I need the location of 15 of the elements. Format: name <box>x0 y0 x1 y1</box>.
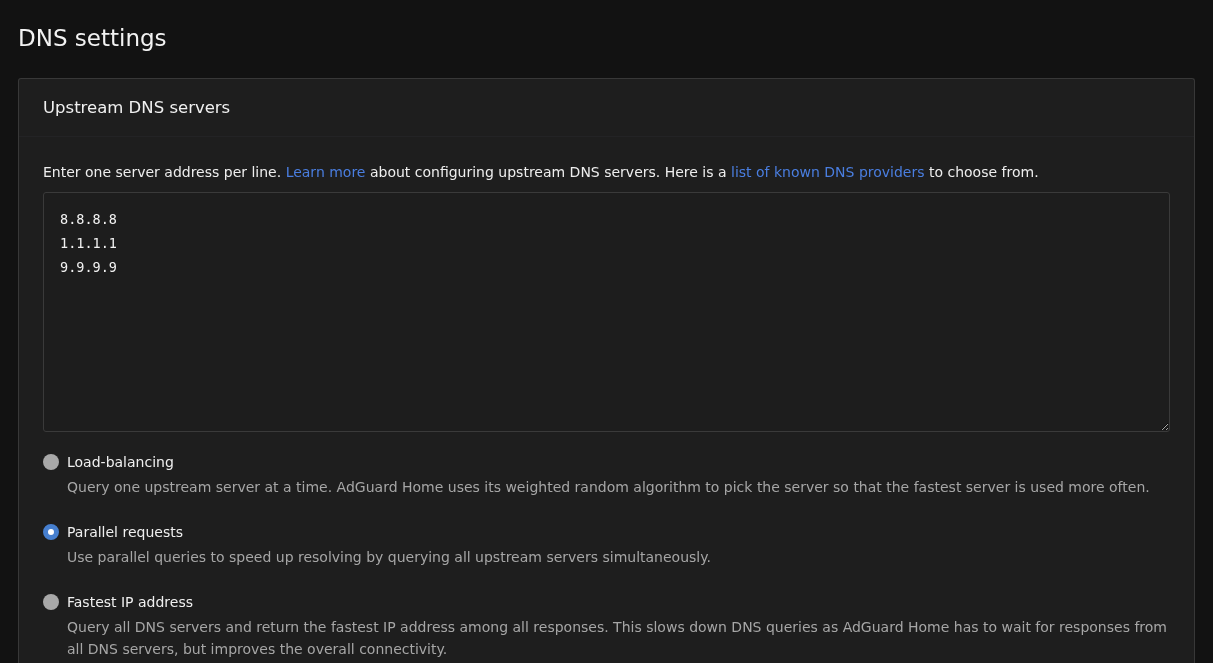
option-label: Fastest IP address <box>67 593 194 612</box>
radio-button[interactable] <box>43 594 59 610</box>
card-title: Upstream DNS servers <box>43 98 231 117</box>
radio-button[interactable] <box>43 524 59 540</box>
option-description: Query one upstream server at a time. AdGuard Home uses its weighted random algorithm to pick the server so that the fastest server is used more often. <box>67 478 1150 497</box>
text-link[interactable]: list of known DNS providers <box>731 164 925 180</box>
option-description: Use parallel queries to speed up resolving by querying all upstream servers simultaneously. <box>67 548 711 567</box>
option-description: Query all DNS servers and return the fastest IP address among all responses. This slows down DNS queries as AdGuard Home has to wait for responses from all DNS servers, but improves the overall connectivity. <box>67 618 1168 659</box>
servers-input-field[interactable]: 8.8.8.8 1.1.1.1 9.9.9.9 <box>43 192 1170 432</box>
page-title: DNS settings <box>18 24 168 53</box>
instructions-text: Enter one server address per line. Learn more about configuring upstream DNS servers. Here is a list of known DNS providers to choose from. <box>43 163 1040 182</box>
option-label: Parallel requests <box>67 523 184 542</box>
text-link[interactable]: Learn more <box>285 164 366 180</box>
radio-button[interactable] <box>43 454 59 470</box>
option-label: Load-balancing <box>67 453 175 472</box>
